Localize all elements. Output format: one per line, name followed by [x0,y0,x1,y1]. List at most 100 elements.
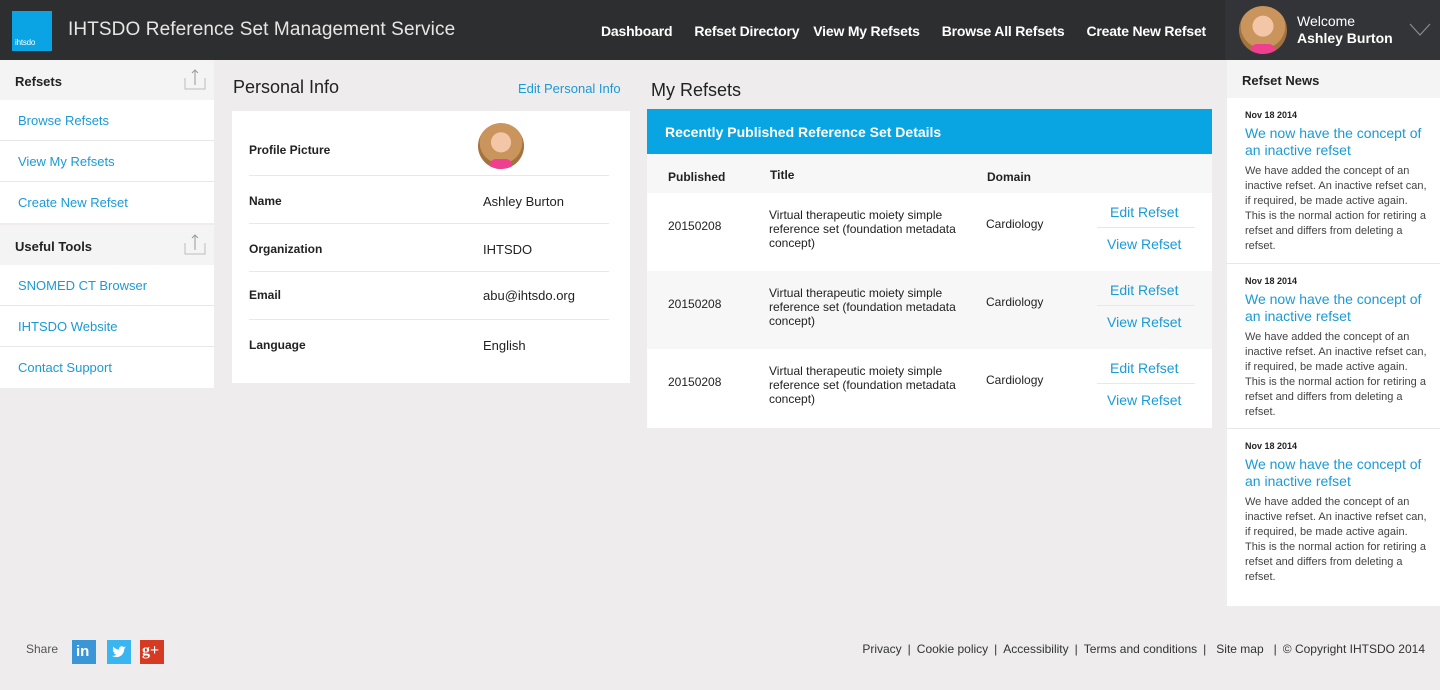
nav-view-my-refsets[interactable]: View My Refsets [813,23,920,39]
profile-picture-row: Profile Picture [249,111,609,176]
refset-news-title: Refset News [1227,60,1440,98]
personal-info-card: Profile Picture Name Ashley Burton Organ… [232,111,630,383]
logo-text: ihtsdo [15,38,36,47]
footer-link-privacy[interactable]: Privacy [862,642,901,656]
sidebar-item-create-new-refset[interactable]: Create New Refset [0,182,214,223]
footer-links: Privacy | Cookie policy | Accessibility … [862,642,1425,656]
refset-title: Virtual therapeutic moiety simple refere… [769,364,956,406]
edit-personal-info-link[interactable]: Edit Personal Info [518,81,621,96]
news-headline-link[interactable]: We now have the concept of an inactive r… [1245,456,1430,490]
user-avatar [1239,6,1287,54]
news-item: Nov 18 2014 We now have the concept of a… [1227,98,1440,264]
field-value: IHTSDO [483,242,533,257]
column-title: Title [770,168,795,182]
nav-dashboard[interactable]: Dashboard [601,23,673,39]
google-plus-glyph: g+ [142,642,160,659]
sidebar-section-refsets: Refsets [0,60,214,100]
ihtsdo-logo[interactable]: ihtsdo [12,11,52,51]
sidebar-section-useful-tools: Useful Tools [0,225,214,265]
copyright: © Copyright IHTSDO 2014 [1282,642,1425,656]
published-date: 20150208 [668,219,722,233]
separator: | [994,642,998,656]
sidebar-item-ihtsdo-website[interactable]: IHTSDO Website [0,306,214,347]
separator: | [1273,642,1277,656]
nav-create-new-refset[interactable]: Create New Refset [1086,23,1206,39]
separator: | [1074,642,1078,656]
field-label: Profile Picture [249,143,331,157]
share-label: Share [26,642,59,656]
recent-refsets-banner: Recently Published Reference Set Details [647,109,1212,154]
field-label: Language [249,338,306,352]
news-headline-link[interactable]: We now have the concept of an inactive r… [1245,125,1430,159]
my-refsets-card: Recently Published Reference Set Details… [647,109,1212,428]
sidebar-item-view-my-refsets[interactable]: View My Refsets [0,141,214,182]
divider [1097,383,1195,384]
refset-news-panel: Refset News Nov 18 2014 We now have the … [1227,60,1440,606]
google-plus-icon[interactable]: g+ [140,640,164,664]
table-row: 20150208 Virtual therapeutic moiety simp… [647,349,1212,427]
refset-domain: Cardiology [986,295,1044,309]
collapse-up-icon[interactable] [184,68,206,90]
nav-browse-all-refsets[interactable]: Browse All Refsets [942,23,1065,39]
chevron-down-icon[interactable] [1409,18,1431,40]
footer-link-site-map[interactable]: Site map [1216,642,1263,656]
edit-refset-link[interactable]: Edit Refset [1110,360,1178,376]
welcome-text: Welcome [1297,13,1356,29]
news-headline-link[interactable]: We now have the concept of an inactive r… [1245,291,1430,325]
my-refsets-title: My Refsets [651,80,742,100]
twitter-bird-glyph [112,646,126,658]
published-date: 20150208 [668,375,722,389]
field-label: Name [249,194,282,208]
edit-refset-link[interactable]: Edit Refset [1110,204,1178,220]
sidebar-section-title: Useful Tools [15,239,93,254]
profile-picture[interactable] [478,123,524,169]
linkedin-glyph: in [76,643,90,660]
news-date: Nov 18 2014 [1245,276,1298,286]
footer-link-terms[interactable]: Terms and conditions [1084,642,1197,656]
refset-domain: Cardiology [986,217,1044,231]
news-body: We have added the concept of an inactive… [1245,496,1427,583]
news-date: Nov 18 2014 [1245,110,1298,120]
email-row: Email abu@ihtsdo.org [249,272,609,320]
divider [1097,305,1195,306]
table-row: 20150208 Virtual therapeutic moiety simp… [647,271,1212,349]
linkedin-icon[interactable]: in [72,640,96,664]
nav-refset-directory[interactable]: Refset Directory [694,23,799,39]
sidebar-item-contact-support[interactable]: Contact Support [0,347,214,388]
published-date: 20150208 [668,297,722,311]
field-label: Email [249,288,282,302]
sidebar-item-browse-refsets[interactable]: Browse Refsets [0,100,214,141]
twitter-icon[interactable] [107,640,131,664]
user-name: Ashley Burton [1297,30,1393,46]
main-nav: Dashboard Refset Directory View My Refse… [601,23,1228,39]
name-row: Name Ashley Burton [249,176,609,224]
personal-info-title: Personal Info [233,77,340,97]
collapse-up-icon[interactable] [184,233,206,255]
field-value: English [483,338,526,353]
refset-title: Virtual therapeutic moiety simple refere… [769,208,956,250]
news-body: We have added the concept of an inactive… [1245,165,1427,252]
footer-link-accessibility[interactable]: Accessibility [1003,642,1068,656]
view-refset-link[interactable]: View Refset [1107,236,1181,252]
table-row: 20150208 Virtual therapeutic moiety simp… [647,193,1212,271]
organization-row: Organization IHTSDO [249,224,609,272]
separator: | [1203,642,1207,656]
user-menu[interactable]: Welcome Ashley Burton [1225,0,1440,60]
field-value: Ashley Burton [483,194,564,209]
refset-title: Virtual therapeutic moiety simple refere… [769,286,956,328]
language-row: Language English [249,320,609,370]
view-refset-link[interactable]: View Refset [1107,392,1181,408]
column-domain: Domain [987,170,1032,184]
sidebar-item-snomed-ct-browser[interactable]: SNOMED CT Browser [0,265,214,306]
footer-link-cookie-policy[interactable]: Cookie policy [917,642,988,656]
edit-refset-link[interactable]: Edit Refset [1110,282,1178,298]
table-header: Published Title Domain [647,154,1212,193]
news-date: Nov 18 2014 [1245,441,1298,451]
view-refset-link[interactable]: View Refset [1107,314,1181,330]
column-published: Published [668,170,726,184]
sidebar: Refsets Browse Refsets View My Refsets C… [0,60,214,388]
news-item: Nov 18 2014 We now have the concept of a… [1227,429,1440,594]
news-item: Nov 18 2014 We now have the concept of a… [1227,264,1440,429]
top-header: ihtsdo IHTSDO Reference Set Management S… [0,0,1440,60]
sidebar-section-title: Refsets [15,74,62,89]
